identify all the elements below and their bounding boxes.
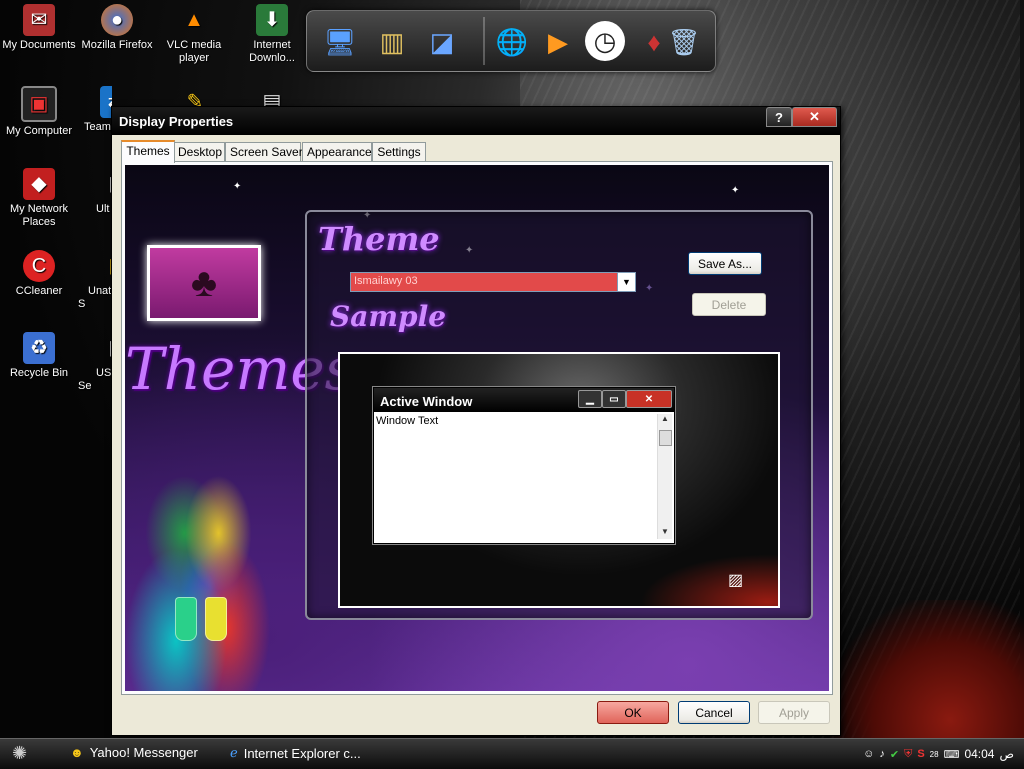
sample-preview: Active Window ▁ ▭ ✕ Window Text ▲ ▼ ▨ [338,352,780,608]
theme-select-value: Ismailawy 03 [354,275,418,287]
tray-badge: 28 [929,749,939,759]
taskbar: ✺ ☻ Yahoo! Messenger ℯ Internet Explorer… [0,738,1024,769]
close-button[interactable]: ✕ [792,107,837,127]
desktop-icon-us[interactable]: ▯ US Se [78,332,112,393]
desktop-icon-firefox[interactable]: ● Mozilla Firefox [78,4,156,52]
minimize-icon: ▁ [578,390,602,408]
messenger-tray-icon[interactable]: ☺ [863,748,874,760]
desktop-icon-team[interactable]: ⇄ Team [78,86,112,134]
maximize-icon: ▭ [602,390,626,408]
recycle-bin-icon: ♻ [23,332,55,364]
yahoo-messenger-icon: ☻ [70,745,84,760]
themes-panel: ✦ ✦ ✦ ✦ ✦ ♣ Themes Theme Ismailawy 03 ▼ … [121,161,833,695]
display-properties-window: Display Properties ? ✕ Themes Desktop Sc… [111,106,841,736]
speaker-tray-icon[interactable]: ♪ [879,748,885,760]
app-icon: ▯ [98,250,112,282]
globe-icon[interactable]: 🌐 [491,21,533,63]
scroll-down-icon: ▼ [661,527,669,536]
start-button[interactable]: ✺ [12,743,27,764]
save-as-button[interactable]: Save As... [688,252,762,275]
preview-title: Active Window [380,394,473,409]
preview-floor [640,554,778,606]
computer-icon: ▣ [21,86,57,122]
ccleaner-icon: C [23,250,55,282]
preview-window-text: Window Text [376,415,439,427]
bottle-icon [175,597,197,641]
cancel-button[interactable]: Cancel [678,701,750,724]
sample-heading: Sample [330,300,447,333]
vlc-icon: ▲ [184,8,204,31]
preview-scrollbar: ▲ ▼ [657,414,672,539]
clock-suffix: ص [999,747,1014,761]
paint-splash [125,425,295,691]
s-tray-icon[interactable]: S [917,748,924,760]
desktop-icon-my-documents[interactable]: ✉ My Documents [0,4,78,52]
desktop-icon-my-computer[interactable]: ▣ My Computer [0,86,78,138]
scroll-thumb [659,430,672,446]
monitor-icon[interactable]: 🖥 [319,21,361,63]
tab-appearance[interactable]: Appearance [302,142,372,161]
bottle-icon [205,597,227,641]
ok-button[interactable]: OK [597,701,669,724]
download-manager-icon: ⬇ [256,4,288,36]
desktop-icon-vlc[interactable]: ▲ VLC media player [155,4,233,65]
theme-select[interactable]: Ismailawy 03 ▼ [350,272,636,292]
network-icon: ◆ [23,168,55,200]
shield-tray-icon[interactable]: ⛨ [904,748,912,761]
close-icon: ✕ [626,390,672,408]
themes-artwork: ✦ ✦ ✦ ✦ ✦ ♣ Themes Theme Ismailawy 03 ▼ … [125,165,829,691]
help-button[interactable]: ? [766,107,792,127]
star-decoration: ✦ [233,181,242,192]
tab-settings[interactable]: Settings [372,142,426,161]
desktop-icon-ult[interactable]: ▯ Ult [78,168,112,216]
taskbar-item-internet-explorer[interactable]: ℯ Internet Explorer c... [230,745,361,761]
taskbar-item-yahoo[interactable]: ☻ Yahoo! Messenger [70,745,198,760]
clock-icon[interactable]: ◷ [585,21,625,61]
system-tray: ☺ ♪ ✔ ⛨ S 28 ⌨ 04:04 ص [844,739,1024,769]
app-icon: ▯ [98,168,112,200]
media-player-icon[interactable]: ▶ [537,21,579,63]
wallpaper-floor [830,600,1024,740]
check-tray-icon[interactable]: ✔ [890,748,899,761]
keyboard-tray-icon[interactable]: ⌨ [944,748,960,761]
dock-separator [483,17,485,65]
clock[interactable]: 04:04 [964,747,994,761]
tab-themes[interactable]: Themes [121,140,175,163]
desktop-icon-unat[interactable]: ▯ Unat S [78,250,112,311]
settings-panel-icon[interactable]: ◪ [421,21,463,63]
delete-button[interactable]: Delete [692,293,766,316]
window-title: Display Properties [119,114,234,129]
apply-button[interactable]: Apply [758,701,830,724]
dock-bar: 🖥 ▥ ◪ 🌐 ▶ ◷ ♦ 🗑 [306,10,716,72]
preview-active-window: Active Window ▁ ▭ ✕ Window Text ▲ ▼ [373,387,675,544]
internet-explorer-icon: ℯ [230,745,238,760]
star-decoration: ✦ [731,185,740,196]
window-titlebar[interactable]: Display Properties ? ✕ [112,107,840,135]
chevron-down-icon[interactable]: ▼ [617,273,635,291]
folder-icon[interactable]: ▥ [371,21,413,63]
theme-heading: Theme [318,220,440,258]
app-icon: ▯ [98,332,112,364]
start-orb-icon: ✺ [12,743,28,763]
tab-desktop[interactable]: Desktop [173,142,225,161]
tree-picture-icon: ♣ [147,245,261,321]
tab-screen-saver[interactable]: Screen Saver [225,142,303,161]
desktop-icon-recycle-bin[interactable]: ♻ Recycle Bin [0,332,78,380]
preview-titlebar: Active Window ▁ ▭ ✕ [374,388,674,412]
folder-documents-icon: ✉ [23,4,55,36]
desktop-icon-internet-download[interactable]: ⬇ Internet Downlo... [233,4,311,65]
trash-icon[interactable]: 🗑 [663,21,705,63]
desktop-icon-ccleaner[interactable]: C CCleaner [0,250,78,298]
scroll-up-icon: ▲ [661,414,669,423]
firefox-icon: ● [101,4,133,36]
photo-icon: ▨ [728,572,744,589]
desktop-icon-network[interactable]: ◆ My Network Places [0,168,78,229]
